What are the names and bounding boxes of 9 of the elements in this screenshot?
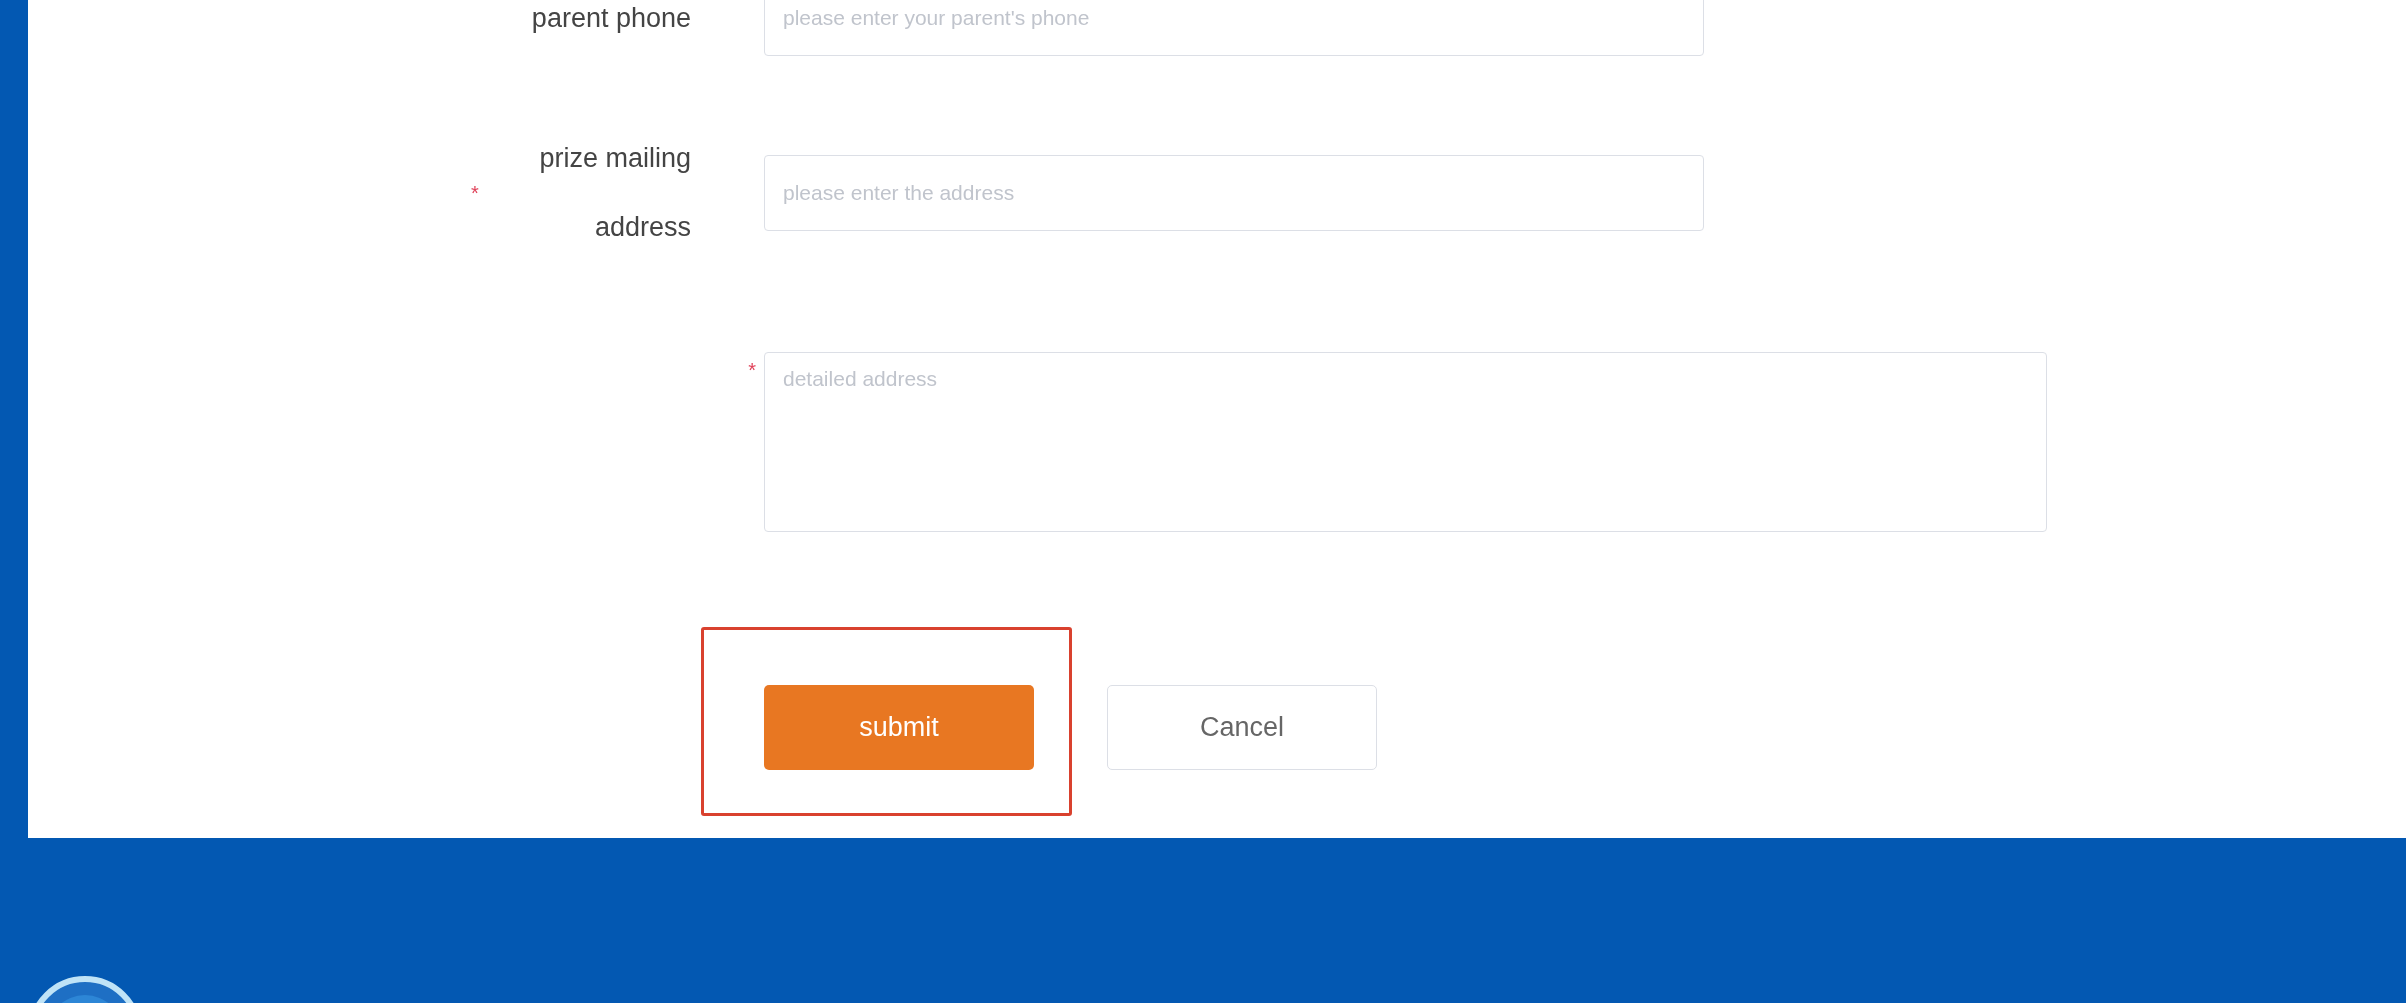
address-textarea[interactable]: detailed address bbox=[764, 352, 2047, 532]
input-field[interactable]: please enter your parent's phone bbox=[764, 0, 1704, 56]
required-mark: * bbox=[748, 360, 756, 380]
submit-button[interactable]: submit bbox=[764, 685, 1034, 770]
required-mark: * bbox=[471, 183, 479, 203]
input-field[interactable]: please enter the address bbox=[764, 155, 1704, 231]
field-label: prize mailing address bbox=[538, 142, 691, 244]
field-label: parent phone bbox=[530, 1, 691, 35]
cancel-button[interactable]: Cancel bbox=[1107, 685, 1377, 770]
